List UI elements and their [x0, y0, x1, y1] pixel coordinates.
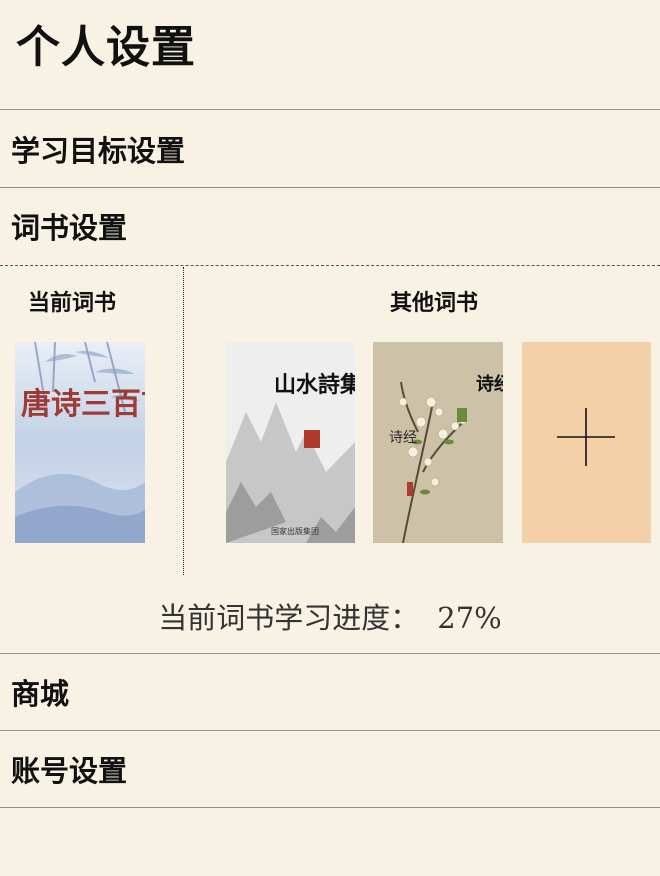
current-wordbook-cover[interactable]: 唐诗三百首 [15, 342, 145, 543]
svg-text:国家出版集团: 国家出版集团 [271, 526, 319, 536]
svg-text:诗经: 诗经 [476, 373, 503, 395]
svg-text:诗经: 诗经 [389, 430, 417, 446]
divider [0, 807, 660, 808]
divider [0, 653, 660, 654]
wordbook-cover-shijing[interactable]: 诗经 诗经 [373, 342, 503, 543]
wordbook-column-divider [183, 267, 184, 575]
progress-label: 当前词书学习进度： [158, 601, 420, 635]
wordbook-progress: 当前词书学习进度： 27% [0, 598, 660, 638]
divider [0, 187, 660, 188]
wordbook-panel-divider [0, 265, 660, 266]
progress-value: 27% [437, 601, 502, 635]
divider [0, 109, 660, 110]
wordbook-cover-shanshui[interactable]: 山水詩集 国家出版集团 [226, 342, 355, 543]
account-settings-item[interactable]: 账号设置 [11, 751, 127, 791]
page-title: 个人设置 [16, 22, 196, 73]
other-wordbooks-label: 其他词书 [390, 290, 479, 316]
add-wordbook-button[interactable] [522, 342, 651, 543]
store-item[interactable]: 商城 [11, 674, 69, 714]
divider [0, 730, 660, 731]
study-goal-settings-item[interactable]: 学习目标设置 [11, 131, 185, 171]
svg-text:山水詩集: 山水詩集 [274, 372, 355, 398]
svg-text:唐诗三百首: 唐诗三百首 [21, 387, 145, 422]
current-wordbook-label: 当前词书 [28, 290, 117, 316]
wordbook-settings-item[interactable]: 词书设置 [11, 208, 127, 248]
